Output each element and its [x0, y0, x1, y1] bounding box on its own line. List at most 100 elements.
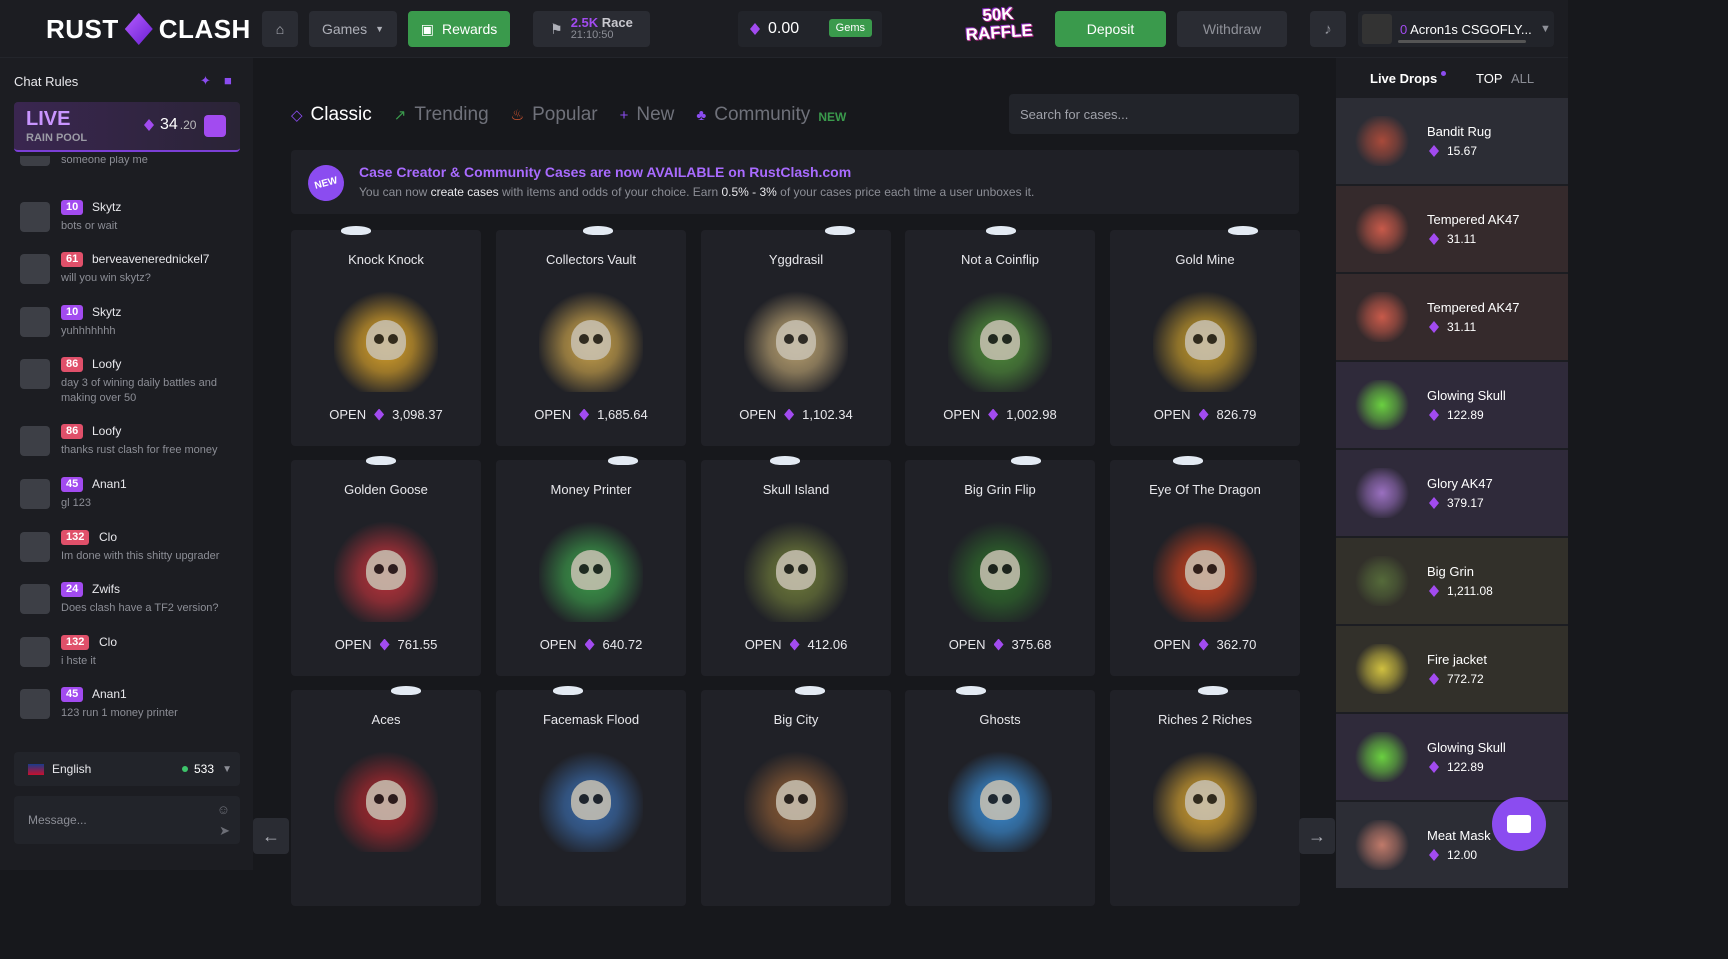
chat-username[interactable]: Clo — [99, 530, 117, 544]
chat-username[interactable]: berveavenerednickel7 — [92, 252, 209, 266]
deposit-button[interactable]: Deposit — [1055, 11, 1166, 47]
drop-item-image — [1354, 204, 1410, 254]
drop-item[interactable]: Bandit Rug 15.67 — [1336, 98, 1568, 184]
chat-rules-link[interactable]: Chat Rules — [14, 74, 78, 89]
rain-pool[interactable]: LIVE RAIN POOL 34.20 — [14, 102, 240, 152]
tab-trending[interactable]: ↗ Trending — [394, 104, 489, 126]
case-card[interactable]: Aces — [291, 686, 481, 906]
balance-display[interactable]: 0.00 Gems — [738, 11, 882, 47]
avatar[interactable] — [20, 637, 50, 667]
gem-icon — [1429, 233, 1439, 245]
user-menu[interactable]: 0 Acron1s CSGOFLY... ▼ — [1358, 11, 1554, 47]
avatar[interactable] — [20, 307, 50, 337]
tab-label: Trending — [414, 104, 489, 125]
case-card[interactable]: Ghosts — [905, 686, 1095, 906]
drop-item[interactable]: Big Grin 1,211.08 — [1336, 538, 1568, 624]
tab-classic[interactable]: ◇ Classic — [291, 104, 372, 126]
logo-text-left: RUST — [46, 13, 119, 44]
announcement-banner[interactable]: NEW Case Creator & Community Cases are n… — [291, 150, 1299, 214]
open-case-button[interactable]: OPEN 1,002.98 — [905, 407, 1095, 422]
case-price: 640.72 — [602, 637, 643, 652]
case-card[interactable]: Gold Mine OPEN 826.79 — [1110, 226, 1300, 446]
tab-popular[interactable]: ♨ Popular — [511, 104, 598, 126]
raffle-banner[interactable]: 50K RAFFLE — [960, 3, 1037, 54]
drop-item[interactable]: Tempered AK47 31.11 — [1336, 186, 1568, 272]
emoji-icon[interactable]: ☺ — [217, 802, 230, 817]
case-card[interactable]: Skull Island OPEN 412.06 — [701, 456, 891, 676]
site-logo[interactable]: RUST CLASH — [46, 13, 251, 45]
language-selector[interactable]: English 533 ▼ — [14, 752, 240, 786]
twitter-icon[interactable]: ✦ — [200, 73, 211, 89]
case-image — [334, 518, 438, 622]
case-price: 412.06 — [807, 637, 848, 652]
drop-item[interactable]: Glowing Skull 122.89 — [1336, 362, 1568, 448]
case-card[interactable]: Collectors Vault OPEN 1,685.64 — [496, 226, 686, 446]
rain-chest-icon[interactable] — [204, 115, 226, 137]
open-case-button[interactable]: OPEN 761.55 — [291, 637, 481, 652]
tab-new[interactable]: + New — [620, 104, 675, 126]
drop-item[interactable]: Glory AK47 379.17 — [1336, 450, 1568, 536]
case-card[interactable]: Yggdrasil OPEN 1,102.34 — [701, 226, 891, 446]
open-case-button[interactable]: OPEN 1,685.64 — [496, 407, 686, 422]
race-label: Race — [601, 15, 633, 30]
race-button[interactable]: ⚑ 2.5K Race 21:10:50 — [533, 11, 650, 47]
chat-username[interactable]: Anan1 — [92, 477, 127, 491]
scroll-left-button[interactable]: ← — [253, 818, 289, 854]
open-case-button[interactable]: OPEN 412.06 — [701, 637, 891, 652]
chat-username[interactable]: Skytz — [92, 305, 121, 319]
avatar[interactable] — [20, 426, 50, 456]
case-card[interactable]: Knock Knock OPEN 3,098.37 — [291, 226, 481, 446]
case-card[interactable]: Big City — [701, 686, 891, 906]
discord-icon[interactable]: ■ — [224, 73, 232, 88]
open-case-button[interactable]: OPEN 1,102.34 — [701, 407, 891, 422]
drop-item[interactable]: Tempered AK47 31.11 — [1336, 274, 1568, 360]
chat-username[interactable]: Loofy — [92, 357, 121, 371]
tab-top[interactable]: TOP — [1476, 71, 1503, 86]
scroll-right-button[interactable]: → — [1299, 818, 1335, 854]
case-card[interactable]: Golden Goose OPEN 761.55 — [291, 456, 481, 676]
open-case-button[interactable]: OPEN 3,098.37 — [291, 407, 481, 422]
case-card[interactable]: Riches 2 Riches — [1110, 686, 1300, 906]
case-name: Not a Coinflip — [960, 252, 1040, 267]
drop-item[interactable]: Glowing Skull 122.89 — [1336, 714, 1568, 800]
open-case-button[interactable]: OPEN 375.68 — [905, 637, 1095, 652]
drop-item[interactable]: Fire jacket 772.72 — [1336, 626, 1568, 712]
avatar[interactable] — [20, 479, 50, 509]
tab-all[interactable]: ALL — [1511, 71, 1534, 86]
withdraw-button[interactable]: Withdraw — [1177, 11, 1287, 47]
message-input[interactable] — [28, 808, 198, 832]
case-card[interactable]: Big Grin Flip OPEN 375.68 — [905, 456, 1095, 676]
open-label: OPEN — [334, 637, 372, 652]
open-case-button[interactable]: OPEN 826.79 — [1110, 407, 1300, 422]
avatar[interactable] — [20, 689, 50, 719]
avatar[interactable] — [20, 359, 50, 389]
chat-username[interactable]: Zwifs — [92, 582, 120, 596]
chat-panel: Chat Rules ✦ ■ LIVE RAIN POOL 34.20 some… — [0, 58, 253, 870]
avatar[interactable] — [20, 156, 50, 166]
case-card[interactable]: Not a Coinflip OPEN 1,002.98 — [905, 226, 1095, 446]
games-dropdown[interactable]: Games ▼ — [309, 11, 397, 47]
case-card[interactable]: Facemask Flood — [496, 686, 686, 906]
gems-tag[interactable]: Gems — [828, 19, 872, 37]
case-card[interactable]: Money Printer OPEN 640.72 — [496, 456, 686, 676]
chat-username[interactable]: Loofy — [92, 424, 121, 438]
open-case-button[interactable]: OPEN 362.70 — [1110, 637, 1300, 652]
notifications-button[interactable]: ♪ — [1310, 11, 1346, 47]
home-button[interactable]: ⌂ — [262, 11, 298, 47]
chat-username[interactable]: Skytz — [92, 200, 121, 214]
avatar[interactable] — [20, 532, 50, 562]
avatar[interactable] — [20, 254, 50, 284]
send-icon[interactable]: ➤ — [219, 823, 230, 839]
chevron-down-icon: ▼ — [1540, 23, 1551, 35]
support-chat-button[interactable] — [1492, 797, 1546, 851]
chat-username[interactable]: Anan1 — [92, 687, 127, 701]
rewards-button[interactable]: ▣ Rewards — [408, 11, 510, 47]
avatar[interactable] — [20, 584, 50, 614]
tab-community[interactable]: ♣ Community NEW — [696, 104, 846, 126]
case-card[interactable]: Eye Of The Dragon OPEN 362.70 — [1110, 456, 1300, 676]
chat-username[interactable]: Clo — [99, 635, 117, 649]
avatar[interactable] — [20, 202, 50, 232]
open-case-button[interactable]: OPEN 640.72 — [496, 637, 686, 652]
search-input[interactable] — [1009, 94, 1299, 134]
case-image — [539, 288, 643, 392]
